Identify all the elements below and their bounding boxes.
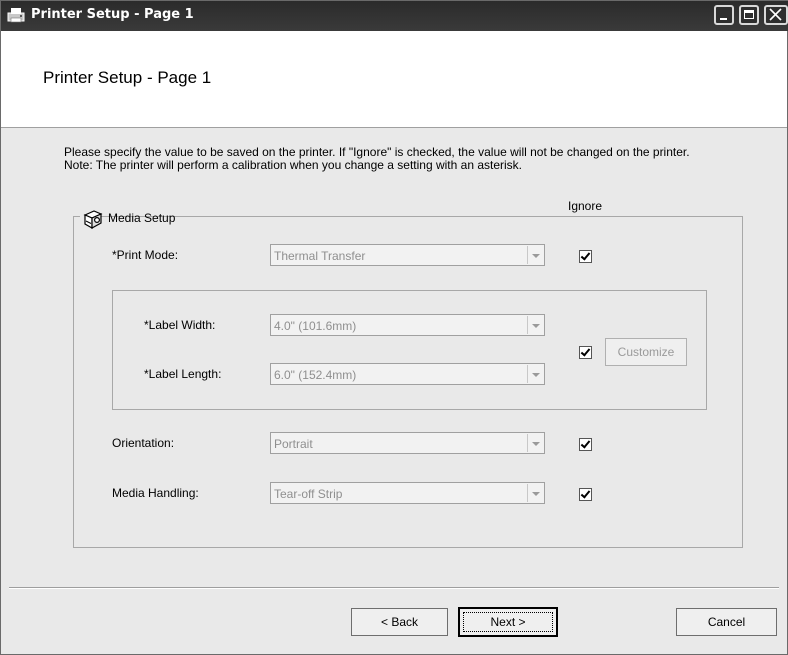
label-length-select[interactable]: 6.0" (152.4mm) [270,363,545,385]
label-length-label: *Label Length: [144,367,222,381]
orientation-label: Orientation: [112,436,175,450]
page-title: Printer Setup - Page 1 [43,68,212,87]
print-mode-ignore-checkbox[interactable] [579,250,592,263]
footer-separator [9,587,779,589]
label-width-select[interactable]: 4.0" (101.6mm) [270,314,545,336]
print-mode-value: Thermal Transfer [274,249,366,263]
media-handling-value: Tear-off Strip [274,487,343,501]
media-setup-legend: Media Setup [80,208,175,230]
chevron-down-icon[interactable] [527,434,543,452]
print-mode-select[interactable]: Thermal Transfer [270,244,545,266]
instructions-line-2: Note: The printer will perform a calibra… [64,158,523,172]
media-handling-select[interactable]: Tear-off Strip [270,482,545,504]
chevron-down-icon[interactable] [527,316,543,334]
minimize-button[interactable] [714,5,734,25]
label-width-value: 4.0" (101.6mm) [274,319,357,333]
customize-button[interactable]: Customize [605,338,687,366]
chevron-down-icon[interactable] [527,246,543,264]
printer-icon [83,210,103,230]
media-handling-ignore-checkbox[interactable] [579,488,592,501]
ignore-column-label: Ignore [568,199,603,213]
orientation-select[interactable]: Portrait [270,432,545,454]
media-setup-label: Media Setup [108,211,176,225]
orientation-value: Portrait [274,437,313,451]
printer-app-icon [7,8,25,23]
instructions-text: Please specify the value to be saved on … [64,146,774,172]
label-width-label: *Label Width: [144,318,216,332]
cancel-button[interactable]: Cancel [676,608,777,636]
chevron-down-icon[interactable] [527,484,543,502]
print-mode-label: *Print Mode: [112,248,179,262]
title-bar[interactable]: Printer Setup - Page 1 [1,1,788,31]
media-handling-label: Media Handling: [112,486,199,500]
back-button[interactable]: < Back [351,608,448,636]
next-button-label: Next > [463,612,553,632]
maximize-button[interactable] [739,5,759,25]
chevron-down-icon[interactable] [527,365,543,383]
close-icon [769,8,782,21]
window-title: Printer Setup - Page 1 [31,7,194,22]
next-button[interactable]: Next > [458,607,558,637]
wizard-header: Printer Setup - Page 1 [1,31,787,128]
label-size-ignore-checkbox[interactable] [579,346,592,359]
printer-setup-window: Printer Setup - Page 1 Printer Setup - P… [0,0,788,655]
label-length-value: 6.0" (152.4mm) [274,368,357,382]
close-button[interactable] [764,5,788,25]
orientation-ignore-checkbox[interactable] [579,438,592,451]
